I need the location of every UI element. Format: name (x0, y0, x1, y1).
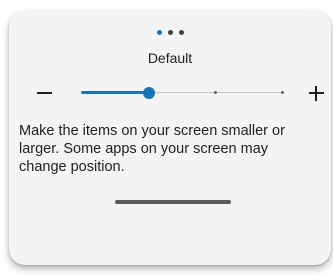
size-slider[interactable] (80, 85, 284, 101)
slider-active-track (82, 91, 149, 94)
page-indicator (9, 30, 331, 38)
increase-size-button[interactable] (301, 78, 331, 108)
page-dot[interactable] (178, 30, 184, 35)
page-dot[interactable] (167, 30, 173, 35)
drag-handle[interactable] (115, 200, 231, 204)
slider-thumb[interactable] (142, 87, 155, 99)
slider-tick (280, 91, 284, 94)
page-dot[interactable] (156, 30, 162, 35)
slider-tick (213, 91, 217, 94)
slider-tick (80, 91, 84, 94)
plus-icon-vertical (315, 85, 317, 101)
size-title: Default (147, 50, 193, 66)
display-size-panel: Default Make the items on your screen sm… (9, 11, 331, 265)
screen: Default Make the items on your screen sm… (0, 0, 333, 278)
minus-icon (36, 92, 52, 94)
size-description: Make the items on your screen smaller or… (19, 123, 285, 175)
decrease-size-button[interactable] (29, 78, 59, 108)
